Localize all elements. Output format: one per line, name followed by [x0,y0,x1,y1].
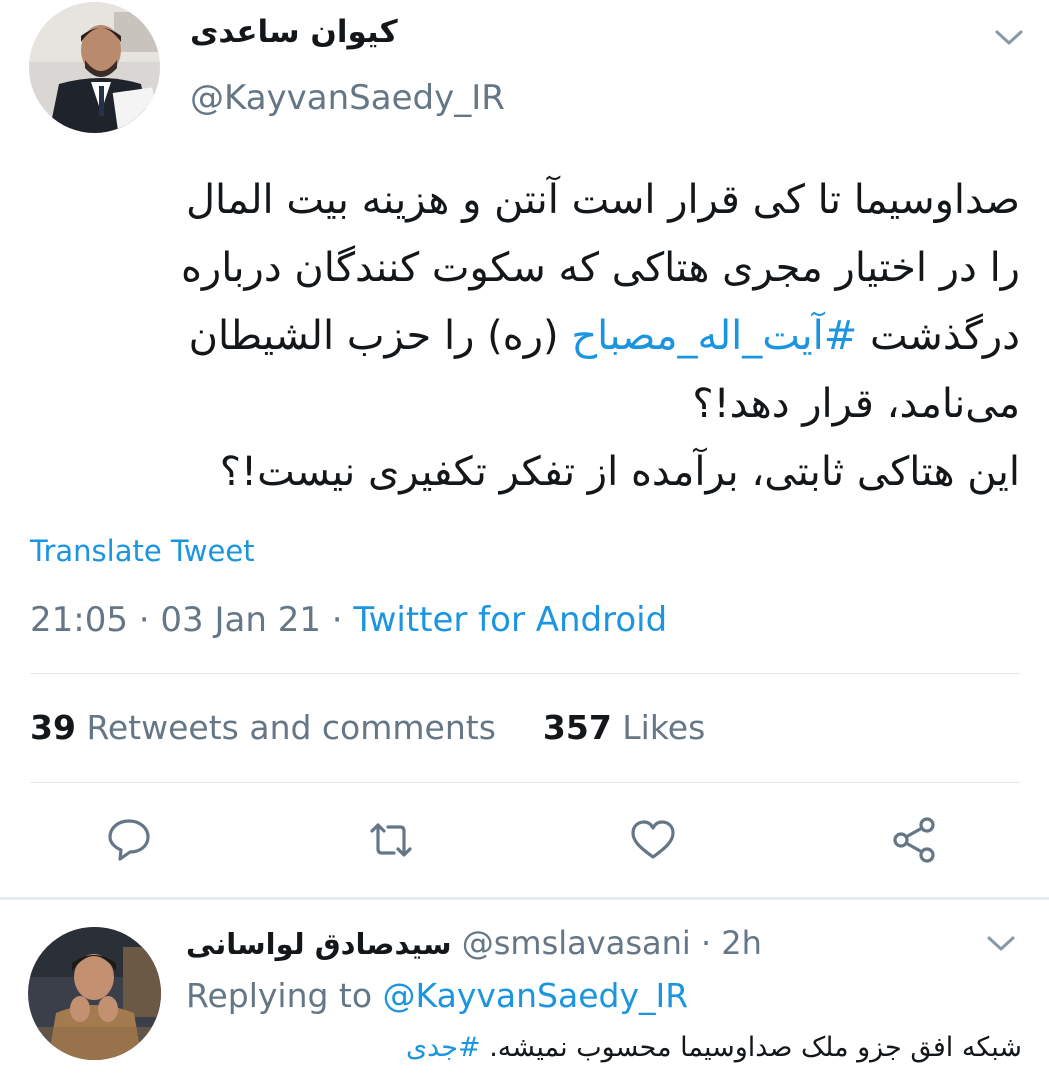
reply-header: سیدصادق لواسانی @smslavasani · 2h [186,924,762,962]
reply-icon[interactable] [104,815,154,865]
divider [30,673,1020,674]
retweets-stat[interactable]: 39 Retweets and comments [30,708,496,747]
hashtag-link[interactable]: #جدی [406,1032,481,1063]
likes-label: Likes [622,708,706,747]
meta-separator: · [331,600,354,640]
meta-separator: · [138,600,161,640]
text-segment: صداوسیما تا کی قرار است آنتن و هزینه بیت… [185,177,1020,223]
chevron-down-icon[interactable] [986,934,1016,954]
tweet-text-line: را در اختیار مجری هتاکی که سکوت کنندگان … [30,234,1020,302]
text-segment: (ره) را حزب الشیطان [188,313,572,359]
reply-author-handle[interactable]: @smslavasani [462,924,691,962]
tweet-stats: 39 Retweets and comments 357 Likes [30,708,705,747]
likes-count: 357 [542,708,612,747]
hashtag-link[interactable]: #آیت_اله_مصباح [571,313,857,359]
tweet-source-link[interactable]: Twitter for Android [353,600,667,640]
tweet-time: 21:05 [30,600,128,640]
chevron-down-icon[interactable] [994,28,1024,48]
heart-icon[interactable] [628,815,678,865]
reply-author-name[interactable]: سیدصادق لواسانی [186,927,452,961]
tweet-meta: 21:05 · 03 Jan 21 · Twitter for Android [30,600,667,640]
tweet-date: 03 Jan 21 [160,600,321,640]
meta-separator: · [700,924,722,962]
translate-tweet-link[interactable]: Translate Tweet [30,534,255,568]
text-segment: این هتاکی ثابتی، برآمده از تفکر تکفیری ن… [219,449,1020,495]
text-segment: را در اختیار مجری هتاکی که سکوت کنندگان … [180,245,1020,291]
tweet-text-line: این هتاکی ثابتی، برآمده از تفکر تکفیری ن… [30,438,1020,506]
author-handle[interactable]: @KayvanSaedy_IR [190,78,505,118]
mention-link[interactable]: @KayvanSaedy_IR [383,976,689,1015]
reply-time: 2h [721,924,762,962]
reply-author-avatar[interactable] [28,927,161,1060]
replying-to: Replying to @KayvanSaedy_IR [186,976,688,1015]
share-icon[interactable] [890,815,940,865]
divider [30,782,1020,783]
retweets-label: Retweets and comments [86,708,496,747]
replying-to-label: Replying to [186,976,373,1015]
author-avatar[interactable] [29,2,160,133]
reply-text-body: شبکه افق جزو ملک صداوسیما محسوب نمیشه. [489,1032,1022,1063]
likes-stat[interactable]: 357 Likes [543,708,705,747]
reply-text: شبکه افق جزو ملک صداوسیما محسوب نمیشه. #… [186,1032,1022,1063]
tweet-text-line: درگذشت #آیت_اله_مصباح (ره) را حزب الشیطا… [30,302,1020,370]
tweet-text-line: صداوسیما تا کی قرار است آنتن و هزینه بیت… [30,166,1020,234]
author-name[interactable]: کیوان ساعدی [190,14,398,50]
text-segment: می‌نامد، قرار دهد!؟ [692,381,1020,427]
text-segment: درگذشت [857,313,1020,359]
tweet-text: صداوسیما تا کی قرار است آنتن و هزینه بیت… [30,166,1020,506]
retweets-count: 39 [30,708,76,747]
retweet-icon[interactable] [366,815,416,865]
tweet-text-line: می‌نامد، قرار دهد!؟ [30,370,1020,438]
section-divider [0,897,1049,900]
